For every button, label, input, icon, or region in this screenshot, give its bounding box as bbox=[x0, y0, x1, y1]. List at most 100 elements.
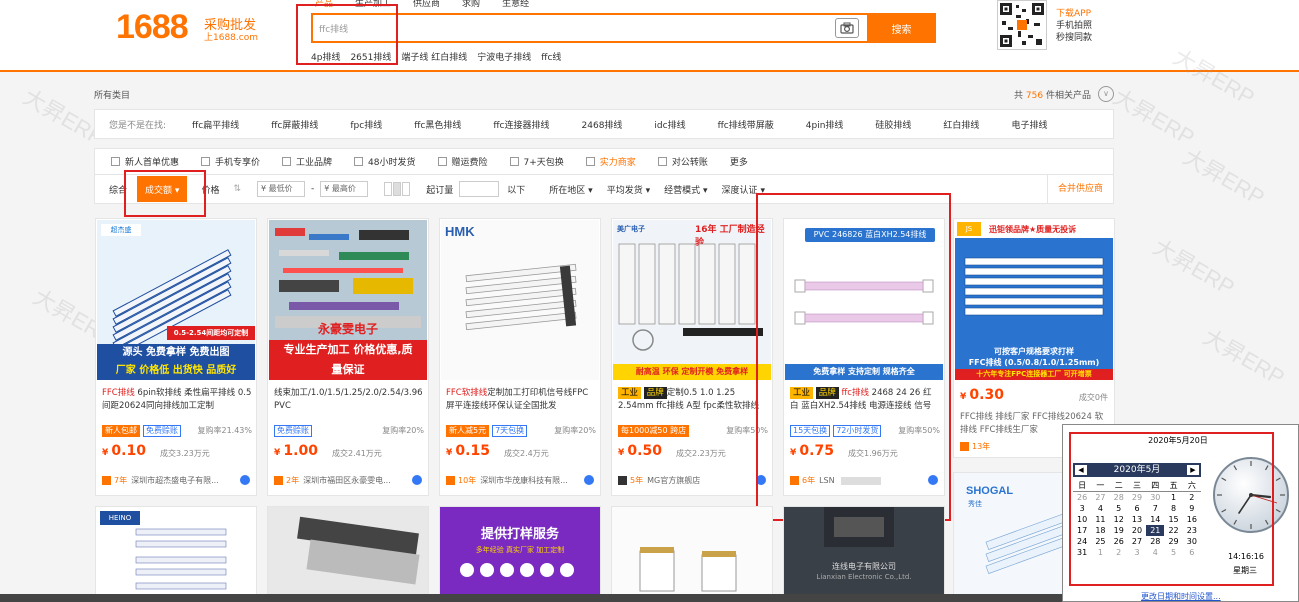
tab-business[interactable]: 生意经 bbox=[502, 0, 529, 9]
suggest-item[interactable]: 2468排线 bbox=[582, 118, 623, 131]
product-card[interactable]: 超杰盛 0.5-2.54间距均可定制 源头 免费拿样 免费出图 厂家 价格低 出… bbox=[95, 218, 257, 496]
filter-mobile-price[interactable]: 手机专享价 bbox=[201, 155, 260, 168]
product-card[interactable]: 永豪雯电子 专业生产加工 价格优惠,质量保证 线束加工/1.0/1.5/1.25… bbox=[267, 218, 429, 496]
suggest-item[interactable]: ffc屏蔽排线 bbox=[271, 118, 318, 131]
tab-products[interactable]: 产品 bbox=[315, 0, 333, 9]
calendar-day[interactable]: 26 bbox=[1073, 492, 1091, 503]
calendar-day[interactable]: 31 bbox=[1073, 547, 1091, 558]
calendar-day[interactable]: 12 bbox=[1110, 514, 1128, 525]
shop-info[interactable]: 5年 MG官方旗舰店 bbox=[618, 475, 768, 486]
checkbox[interactable] bbox=[111, 157, 120, 166]
filter-corporate-transfer[interactable]: 对公转账 bbox=[657, 155, 708, 168]
calendar-day[interactable]: 18 bbox=[1091, 525, 1109, 536]
checkbox[interactable] bbox=[282, 157, 292, 166]
product-title[interactable]: FFC排线 6pin软排线 柔性扁平排线 0.5间距20624同向排线加工定制 bbox=[102, 387, 252, 415]
product-image[interactable]: 美广电子 16年 工厂制造经验 耐高温 环保 定制开模 免费拿样 bbox=[613, 220, 771, 380]
chat-icon[interactable] bbox=[240, 475, 250, 485]
sort-price-arrows-icon[interactable]: ⇅ bbox=[233, 184, 241, 194]
product-card[interactable]: HEINO bbox=[95, 506, 257, 602]
product-image[interactable]: 永豪雯电子 专业生产加工 价格优惠,质量保证 bbox=[269, 220, 427, 380]
calendar-day[interactable]: 23 bbox=[1183, 525, 1201, 536]
product-card[interactable]: 美广电子 16年 工厂制造经验 耐高温 环保 定制开模 免费拿样 工业 品牌 定制… bbox=[611, 218, 773, 496]
chat-icon[interactable] bbox=[412, 475, 422, 485]
sort-price[interactable]: 价格 bbox=[201, 183, 219, 196]
checkbox[interactable] bbox=[437, 157, 447, 166]
calendar-day[interactable]: 13 bbox=[1128, 514, 1146, 525]
checkbox[interactable] bbox=[354, 157, 364, 166]
calendar-day[interactable]: 8 bbox=[1164, 503, 1182, 514]
suggest-item[interactable]: 电子排线 bbox=[1011, 118, 1047, 131]
product-card[interactable]: PVC 246826 蓝白XH2.54排线 免费拿样 支持定制 规格齐全 工业 … bbox=[783, 218, 945, 496]
suggest-item[interactable]: 硅胶排线 bbox=[875, 118, 911, 131]
product-card[interactable]: JS 迅钜领品牌★质量无投诉 可按客户规格要求打样 FFC排线 (0.5/0.8… bbox=[953, 218, 1115, 458]
hot-word[interactable]: 宁波电子排线 bbox=[477, 50, 531, 63]
shop-name[interactable]: 深圳市华茂康科技有限... bbox=[480, 475, 568, 486]
filter-new-user[interactable]: 新人首单优惠 bbox=[111, 155, 179, 168]
calendar-day[interactable]: 5 bbox=[1164, 547, 1182, 558]
calendar-day[interactable]: 4 bbox=[1146, 547, 1164, 558]
product-card[interactable]: 连线电子有限公司 Lianxian Electronic Co.,Ltd. bbox=[783, 506, 945, 602]
calendar-day[interactable]: 22 bbox=[1164, 525, 1182, 536]
calendar-day[interactable]: 9 bbox=[1183, 503, 1201, 514]
product-title[interactable]: 工业 品牌 定制0.5 1.0 1.25 2.54mm ffc排线 A型 fpc柔… bbox=[618, 387, 768, 415]
calendar-day[interactable]: 15 bbox=[1164, 514, 1182, 525]
suggest-item[interactable]: ffc连接器排线 bbox=[493, 118, 549, 131]
product-title[interactable]: FFC软排线定制加工打印机信号线FPC屏平连接线环保认证全国批发 bbox=[446, 387, 596, 415]
shop-info[interactable]: 6年 LSN bbox=[790, 475, 940, 486]
suggest-item[interactable]: ffc排线带屏蔽 bbox=[718, 118, 774, 131]
min-order-input[interactable] bbox=[459, 181, 500, 197]
chat-icon[interactable] bbox=[928, 475, 938, 485]
search-input[interactable] bbox=[319, 20, 819, 36]
merge-suppliers-button[interactable]: 合并供应商 bbox=[1046, 175, 1113, 203]
suggest-item[interactable]: 4pin排线 bbox=[806, 118, 844, 131]
calendar-day[interactable]: 6 bbox=[1128, 503, 1146, 514]
product-image[interactable]: HMK bbox=[441, 220, 599, 380]
checkbox[interactable] bbox=[509, 157, 519, 166]
filter-power-merchant[interactable]: 实力商家 bbox=[585, 155, 636, 168]
shop-info[interactable]: 10年 深圳市华茂康科技有限... bbox=[446, 475, 596, 486]
calendar-day[interactable]: 30 bbox=[1183, 536, 1201, 547]
logo[interactable]: 1688 bbox=[116, 8, 189, 47]
product-card[interactable]: HMK FFC软排线定制加工打印机信号线FPC屏平连接线环保认证全国批发 新人减… bbox=[439, 218, 601, 496]
suggest-item[interactable]: fpc排线 bbox=[350, 118, 382, 131]
filter-freight-insurance[interactable]: 赠运费险 bbox=[437, 155, 488, 168]
hot-word[interactable]: 端子线 红白排线 bbox=[401, 50, 467, 63]
tab-suppliers[interactable]: 供应商 bbox=[413, 0, 440, 9]
next-month-button[interactable]: ▶ bbox=[1187, 465, 1199, 475]
hot-word[interactable]: ffc线 bbox=[541, 50, 561, 63]
prev-month-button[interactable]: ◀ bbox=[1075, 465, 1087, 475]
all-categories[interactable]: 所有类目 bbox=[94, 88, 130, 101]
shop-info[interactable]: 2年 深圳市福田区永豪雯电... bbox=[274, 475, 424, 486]
product-card[interactable] bbox=[611, 506, 773, 602]
calendar-day[interactable]: 14 bbox=[1146, 514, 1164, 525]
expand-icon[interactable]: ∨ bbox=[1098, 86, 1114, 102]
calendar-day[interactable]: 11 bbox=[1091, 514, 1109, 525]
filter-more[interactable]: 更多 bbox=[730, 155, 748, 168]
chat-icon[interactable] bbox=[756, 475, 766, 485]
calendar-day[interactable]: 29 bbox=[1164, 536, 1182, 547]
sort-overall[interactable]: 综合 bbox=[109, 183, 127, 196]
calendar-day[interactable]: 24 bbox=[1073, 536, 1091, 547]
sort-sales[interactable]: 成交额 ▾ bbox=[137, 176, 188, 202]
camera-icon[interactable] bbox=[835, 18, 859, 38]
product-title[interactable]: 工业 品牌 ffc排线 2468 24 26 红白 蓝白XH2.54排线 电源连… bbox=[790, 387, 940, 415]
calendar-day[interactable]: 27 bbox=[1128, 536, 1146, 547]
calendar-day[interactable]: 3 bbox=[1128, 547, 1146, 558]
product-card[interactable] bbox=[267, 506, 429, 602]
hot-word[interactable]: 2651排线 bbox=[350, 50, 391, 63]
product-card[interactable]: 提供打样服务 多年经验 真实厂家 加工定制 bbox=[439, 506, 601, 602]
calendar-day[interactable]: 28 bbox=[1146, 536, 1164, 547]
product-image[interactable]: JS 迅钜领品牌★质量无投诉 可按客户规格要求打样 FFC排线 (0.5/0.8… bbox=[955, 220, 1113, 380]
shop-name[interactable]: MG官方旗舰店 bbox=[647, 475, 700, 486]
location-filter[interactable]: 所在地区 ▾ bbox=[549, 183, 592, 196]
tab-processing[interactable]: 生产加工 bbox=[355, 0, 391, 9]
calendar-day[interactable]: 19 bbox=[1110, 525, 1128, 536]
app-download[interactable]: 下载APP 手机拍照 秒搜同款 bbox=[1056, 8, 1092, 44]
checkbox[interactable] bbox=[201, 157, 211, 166]
price-range-bars-icon[interactable] bbox=[384, 182, 411, 196]
calendar-day-today[interactable]: 21 bbox=[1146, 525, 1165, 536]
calendar-day[interactable]: 10 bbox=[1073, 514, 1091, 525]
calendar-day[interactable]: 4 bbox=[1091, 503, 1109, 514]
calendar-day[interactable]: 3 bbox=[1073, 503, 1091, 514]
ship-avg-filter[interactable]: 平均发货 ▾ bbox=[607, 183, 650, 196]
